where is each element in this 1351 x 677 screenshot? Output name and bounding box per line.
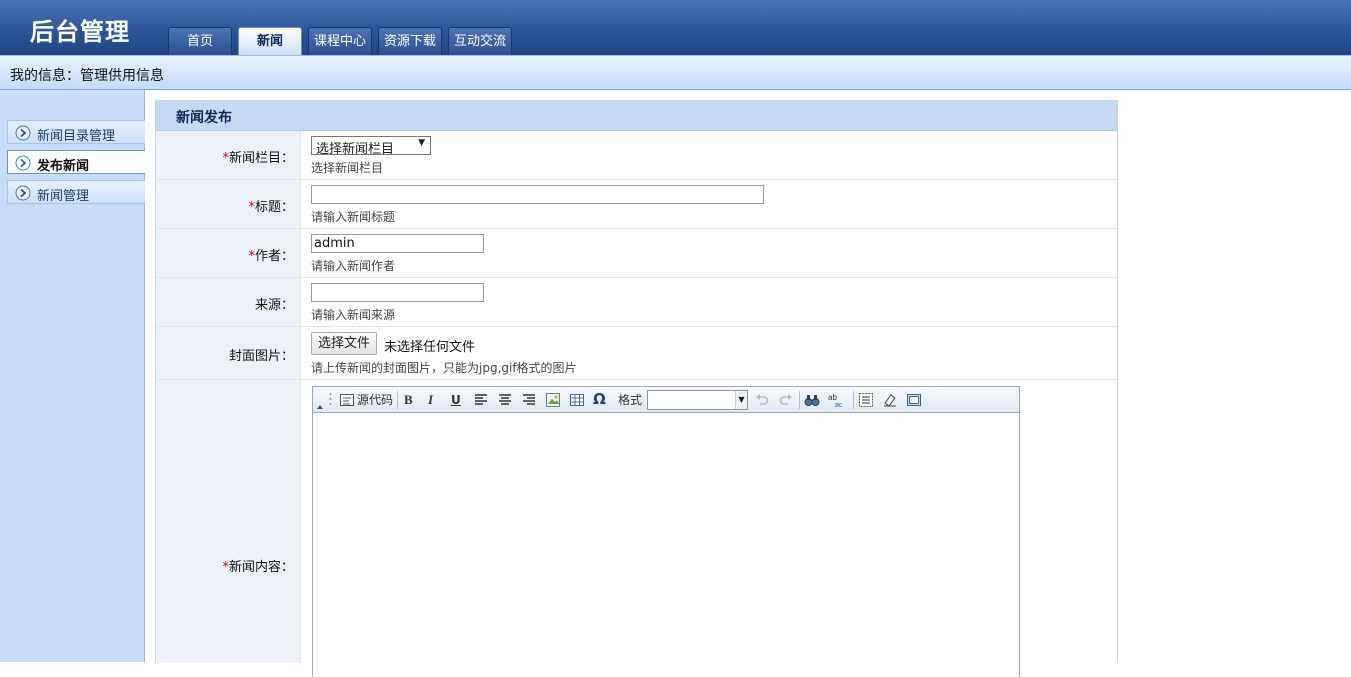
undo-icon[interactable] — [754, 392, 770, 408]
table-icon[interactable] — [569, 392, 585, 408]
form-row-author: *作者： 请输入新闻作者 — [156, 229, 1117, 278]
toolbar-grip-icon — [329, 393, 332, 405]
source-code-icon[interactable] — [339, 392, 355, 408]
special-char-icon[interactable]: Ω — [593, 391, 606, 407]
replace-icon[interactable]: abac — [828, 392, 846, 408]
sidebar: 新闻目录管理 发布新闻 新闻管理 — [0, 90, 145, 662]
author-hint: 请输入新闻作者 — [311, 259, 396, 273]
sidebar-item-label: 新闻管理 — [37, 189, 90, 204]
category-label: *新闻栏目： — [222, 151, 294, 166]
image-icon[interactable] — [545, 392, 561, 408]
rich-text-editor: 源代码 B I U Ω 格式 ▼ ab ac — [312, 386, 1020, 677]
author-input[interactable] — [311, 234, 484, 253]
form-row-source: 来源： 请输入新闻来源 — [156, 278, 1117, 327]
category-hint: 选择新闻栏目 — [311, 161, 384, 175]
author-label: *作者： — [248, 249, 294, 264]
category-select[interactable]: 选择新闻栏目 ▼ — [311, 136, 431, 157]
tab-downloads[interactable]: 资源下载 — [378, 27, 442, 55]
source-input[interactable] — [311, 283, 484, 302]
sidebar-item-category-manage[interactable]: 新闻目录管理 — [7, 120, 145, 144]
info-bar: 我的信息：管理供用信息 — [0, 55, 1351, 90]
format-select[interactable]: ▼ — [647, 390, 748, 410]
source-hint: 请输入新闻来源 — [311, 308, 396, 322]
header-bar: 后台管理 首页 新闻 课程中心 资源下载 互动交流 — [0, 0, 1351, 55]
italic-button[interactable]: I — [428, 392, 433, 408]
editor-toolbar: 源代码 B I U Ω 格式 ▼ ab ac — [313, 387, 1019, 413]
source-label: 来源： — [254, 298, 294, 313]
panel-header: 新闻发布 — [156, 101, 1117, 131]
tab-home[interactable]: 首页 — [168, 27, 232, 55]
form-row-cover: 封面图片： 选择文件 未选择任何文件 请上传新闻的封面图片，只能为jpg,gif… — [156, 327, 1117, 380]
title-hint: 请输入新闻标题 — [311, 210, 396, 224]
format-label: 格式 — [618, 393, 643, 407]
content-label: *新闻内容： — [222, 560, 294, 575]
redo-icon[interactable] — [778, 392, 794, 408]
app-title: 后台管理 — [30, 17, 130, 46]
svg-text:ac: ac — [835, 402, 843, 408]
form-row-category: *新闻栏目： 选择新闻栏目 ▼ 选择新闻栏目 — [156, 131, 1117, 180]
cover-hint: 请上传新闻的封面图片，只能为jpg,gif格式的图片 — [311, 361, 577, 375]
select-all-icon[interactable] — [858, 392, 874, 408]
arrow-circle-icon — [15, 185, 31, 201]
sidebar-item-news-manage[interactable]: 新闻管理 — [7, 180, 145, 204]
title-label: *标题： — [248, 200, 294, 215]
arrow-circle-icon — [15, 125, 31, 141]
tab-community[interactable]: 互动交流 — [448, 27, 512, 55]
find-icon[interactable] — [804, 392, 820, 408]
tab-news[interactable]: 新闻 — [238, 27, 302, 55]
align-center-icon[interactable] — [497, 392, 513, 408]
maximize-icon[interactable] — [906, 392, 922, 408]
sidebar-item-label: 新闻目录管理 — [37, 129, 116, 144]
sidebar-item-label: 发布新闻 — [37, 159, 90, 174]
panel-title: 新闻发布 — [176, 110, 232, 126]
eraser-icon[interactable] — [882, 392, 898, 408]
underline-button[interactable]: U — [451, 392, 461, 408]
collapse-toolbar-icon[interactable] — [315, 395, 325, 411]
choose-file-button[interactable]: 选择文件 — [311, 332, 378, 355]
info-text: 我的信息：管理供用信息 — [10, 68, 164, 84]
cover-label: 封面图片： — [228, 349, 294, 364]
dropdown-arrow-icon: ▼ — [418, 138, 425, 148]
editor-content-area[interactable] — [313, 414, 1019, 677]
svg-text:ab: ab — [828, 393, 837, 402]
bold-button[interactable]: B — [404, 392, 413, 408]
form-row-title: *标题： 请输入新闻标题 — [156, 180, 1117, 229]
align-right-icon[interactable] — [521, 392, 537, 408]
title-input[interactable] — [311, 185, 764, 204]
tab-courses[interactable]: 课程中心 — [308, 27, 372, 55]
align-left-icon[interactable] — [473, 392, 489, 408]
sidebar-item-publish-news[interactable]: 发布新闻 — [7, 150, 145, 174]
source-code-button[interactable]: 源代码 — [357, 392, 393, 408]
form-row-content: *新闻内容： 源代码 B I U Ω 格式 ▼ ab ac — [156, 380, 1117, 677]
dropdown-arrow-icon: ▼ — [735, 391, 747, 409]
file-status-text: 未选择任何文件 — [384, 340, 476, 355]
news-publish-panel: 新闻发布 *新闻栏目： 选择新闻栏目 ▼ 选择新闻栏目 *标题： 请输入新闻标题 … — [155, 100, 1118, 677]
arrow-circle-icon — [15, 155, 31, 171]
